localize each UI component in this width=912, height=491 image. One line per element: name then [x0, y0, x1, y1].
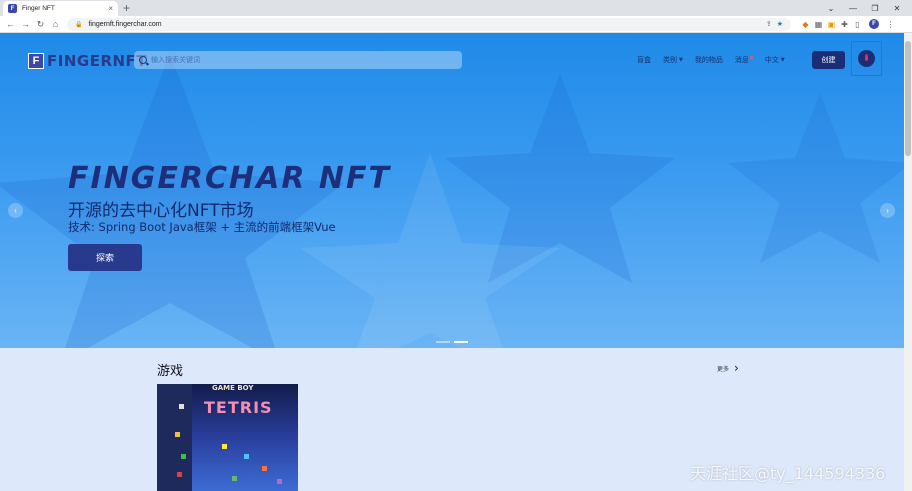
section-title: 游戏 — [157, 364, 184, 379]
nav-my-items[interactable]: 我的物品 — [695, 55, 723, 65]
tab-title: Finger NFT — [22, 5, 55, 12]
top-navigation: 盲盒 类别 ▼ 我的物品 消息 中文 ▼ — [637, 55, 797, 65]
browser-profile-avatar[interactable]: F — [869, 19, 879, 29]
hero-banner: F FINGERNFT 盲盒 类别▼ 我的物品 消息 中文▼ 创建 FINGER… — [0, 33, 904, 348]
nav-label: 中文 — [764, 56, 779, 64]
tab-search-icon[interactable]: ⌄ — [820, 4, 842, 13]
carousel-dot[interactable] — [436, 341, 450, 343]
nav-messages[interactable]: 消息 — [735, 55, 753, 65]
watermark-text: 天涯社区@ty_144594336 — [690, 464, 886, 483]
bookmark-star-icon[interactable]: ★ — [777, 20, 783, 28]
site-logo[interactable]: F FINGERNFT — [28, 52, 147, 70]
pixel-block — [181, 454, 186, 459]
pixel-block — [277, 479, 282, 484]
pixel-block — [175, 432, 180, 437]
pixel-block — [232, 476, 237, 481]
more-label: 更多 — [717, 365, 730, 373]
minimize-icon[interactable]: — — [842, 4, 864, 13]
create-button[interactable]: 创建 — [812, 51, 845, 69]
nav-category[interactable]: 类别 ▼ — [663, 55, 683, 65]
browser-toolbar: ← → ↻ ⌂ 🔒 fingernft.fingerchar.com ⇪ ★ ◆… — [0, 16, 912, 33]
chevron-right-icon: › — [734, 361, 739, 375]
new-tab-icon[interactable]: + — [123, 1, 130, 15]
window-controls: ⌄ — ❐ ✕ — [820, 0, 908, 16]
browser-tab-bar: F Finger NFT × + ⌄ — ❐ ✕ — [0, 0, 912, 16]
extension-icon[interactable]: ▦ — [812, 20, 825, 29]
restore-icon[interactable]: ❐ — [864, 4, 886, 13]
nav-label: 消息 — [734, 56, 749, 64]
chevron-down-icon: ▼ — [780, 57, 785, 63]
hero-tech-line: 技术: Spring Boot Java框架 + 主流的前端框架Vue — [68, 220, 336, 234]
nft-card[interactable]: GAME BOY TETRIS — [157, 384, 298, 491]
extensions-puzzle-icon[interactable]: ✚ — [838, 20, 851, 29]
pixel-block — [244, 454, 249, 459]
search-input[interactable] — [151, 56, 457, 64]
close-window-icon[interactable]: ✕ — [886, 4, 908, 13]
explore-button[interactable]: 探索 — [68, 244, 142, 271]
nav-blind-box[interactable]: 盲盒 — [637, 55, 651, 65]
scrollbar-thumb[interactable] — [905, 41, 911, 156]
url-text: fingernft.fingerchar.com — [88, 20, 162, 28]
hero-subtitle: 开源的去中心化NFT市场 — [68, 201, 254, 221]
forward-icon[interactable]: → — [18, 19, 33, 29]
nav-label: 类别 — [663, 56, 677, 64]
user-avatar[interactable] — [858, 50, 875, 67]
carousel-prev-icon[interactable]: ‹ — [8, 203, 23, 218]
address-bar[interactable]: 🔒 fingernft.fingerchar.com ⇪ ★ — [67, 17, 791, 31]
page-scrollbar[interactable] — [904, 33, 912, 491]
card-cover-image: GAME BOY TETRIS — [192, 384, 298, 491]
hero-title: FINGERCHAR NFT — [68, 161, 391, 196]
carousel-indicators — [436, 341, 472, 343]
cover-label: GAME BOY — [212, 384, 254, 392]
tab-close-icon[interactable]: × — [108, 4, 113, 13]
extensions-area: ◆ ▦ ▣ ✚ ▯ F ⋮ — [799, 19, 897, 29]
side-panel-icon[interactable]: ▯ — [851, 20, 864, 29]
browser-tab[interactable]: F Finger NFT × — [3, 1, 118, 16]
pixel-block — [262, 466, 267, 471]
home-icon[interactable]: ⌂ — [48, 19, 63, 29]
lock-icon: 🔒 — [75, 21, 83, 28]
browser-menu-icon[interactable]: ⋮ — [884, 20, 897, 29]
pixel-block — [222, 444, 227, 449]
avatar-highlight-box — [851, 41, 882, 76]
carousel-next-icon[interactable]: › — [880, 203, 895, 218]
nav-label: 盲盒 — [637, 56, 651, 64]
more-link[interactable]: 更多 › — [717, 362, 739, 374]
site-favicon-icon: F — [8, 4, 17, 13]
notification-dot — [749, 56, 753, 59]
search-bar[interactable] — [134, 51, 462, 69]
back-icon[interactable]: ← — [3, 19, 18, 29]
reload-icon[interactable]: ↻ — [33, 19, 48, 30]
nav-language[interactable]: 中文 ▼ — [765, 55, 785, 65]
logo-mark: F — [28, 53, 44, 69]
card-cover-spine — [157, 384, 192, 491]
carousel-dot-active[interactable] — [454, 341, 468, 343]
wallet-extension-icon[interactable]: ▣ — [825, 20, 838, 29]
share-icon[interactable]: ⇪ — [766, 20, 772, 28]
chevron-down-icon: ▼ — [679, 57, 683, 63]
cover-title: TETRIS — [204, 398, 273, 417]
pixel-block — [179, 404, 184, 409]
metamask-extension-icon[interactable]: ◆ — [799, 20, 812, 29]
search-icon — [139, 56, 147, 64]
nav-label: 我的物品 — [694, 56, 723, 64]
pixel-block — [177, 472, 182, 477]
logo-text: FINGERNFT — [47, 52, 148, 70]
